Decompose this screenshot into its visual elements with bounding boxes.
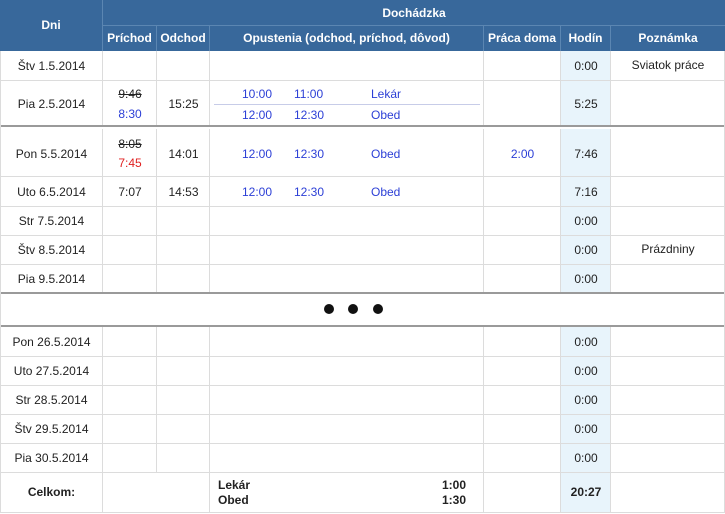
arrival-corrected[interactable]: 8:30 <box>103 107 157 121</box>
hours-value: 5:25 <box>574 97 598 111</box>
hours-value: 0:00 <box>574 335 598 349</box>
departure-time: 14:53 <box>168 185 199 199</box>
ellipsis-dot <box>348 304 358 314</box>
table-row: Uto 27.5.2014 0:00 <box>0 357 725 386</box>
departure-time: 14:01 <box>168 147 199 161</box>
hours-value: 0:00 <box>574 59 598 73</box>
day-label: Pia 9.5.2014 <box>17 272 86 286</box>
ellipsis-dot <box>373 304 383 314</box>
day-label: Pia 30.5.2014 <box>14 451 89 465</box>
hours-value: 0:00 <box>574 451 598 465</box>
day-label: Štv 1.5.2014 <box>17 59 86 73</box>
summary-row: Celkom: Lekár 1:00 Obed 1:30 20:27 <box>0 473 725 513</box>
hours-value: 0:00 <box>574 364 598 378</box>
leave-from[interactable]: 12:00 <box>242 185 272 199</box>
arrival-time: 7:07 <box>118 185 142 199</box>
arrival-original: 9:46 <box>118 87 142 101</box>
arrival-corrected[interactable]: 7:45 <box>103 156 157 170</box>
day-label: Pon 26.5.2014 <box>12 335 91 349</box>
table-row: Pia 30.5.2014 0:00 <box>0 444 725 473</box>
header-poznamka: Poznámka <box>611 26 725 51</box>
table-border-left <box>0 51 1 513</box>
table-row: Pon 5.5.2014 8:05 7:45 14:01 12:00 12:30… <box>0 129 725 177</box>
day-label: Uto 27.5.2014 <box>13 364 90 378</box>
summary-label: Celkom: <box>27 485 76 499</box>
summary-total: 1:00 <box>441 478 466 492</box>
leave-reason[interactable]: Obed <box>371 185 400 199</box>
day-label: Str 7.5.2014 <box>18 214 85 228</box>
hours-value: 0:00 <box>574 243 598 257</box>
table-row: Str 28.5.2014 0:00 <box>0 386 725 415</box>
table-row: Štv 1.5.2014 0:00 Sviatok práce <box>0 51 725 81</box>
day-label: Štv 8.5.2014 <box>17 243 86 257</box>
hours-value: 7:16 <box>574 185 598 199</box>
day-label: Pon 5.5.2014 <box>15 147 88 161</box>
leave-reason[interactable]: Lekár <box>371 87 401 101</box>
header-dni: Dni <box>0 0 103 51</box>
leave-reason[interactable]: Obed <box>371 147 400 161</box>
arrival-original: 8:05 <box>118 137 142 151</box>
attendance-table: Dni Dochádzka Príchod Odchod Opustenia (… <box>0 0 725 514</box>
day-label: Štv 29.5.2014 <box>14 422 89 436</box>
hours-value: 0:00 <box>574 393 598 407</box>
header-praca-doma: Práca doma <box>484 26 561 51</box>
day-label: Uto 6.5.2014 <box>17 185 86 199</box>
note: Sviatok práce <box>631 58 705 72</box>
hours-value: 0:00 <box>574 272 598 286</box>
summary-reason: Lekár <box>218 478 251 492</box>
summary-total: 1:30 <box>441 493 466 507</box>
table-row: Štv 8.5.2014 0:00 Prázdniny <box>0 236 725 265</box>
header-hodin: Hodín <box>561 26 611 51</box>
leave-reason[interactable]: Obed <box>371 108 400 122</box>
header-odchod: Odchod <box>157 26 210 51</box>
leave-from[interactable]: 10:00 <box>242 87 272 101</box>
table-row: Štv 29.5.2014 0:00 <box>0 415 725 444</box>
table-row: Uto 6.5.2014 7:07 14:53 12:00 12:30 Obed… <box>0 177 725 207</box>
hours-value: 0:00 <box>574 422 598 436</box>
day-label: Pia 2.5.2014 <box>17 97 86 111</box>
departure-time: 15:25 <box>168 97 199 111</box>
hours-value: 7:46 <box>574 147 598 161</box>
leave-to[interactable]: 12:30 <box>294 185 324 199</box>
hours-value: 0:00 <box>574 214 598 228</box>
table-row: Pia 9.5.2014 0:00 <box>0 265 725 294</box>
header-prichod: Príchod <box>103 26 157 51</box>
header-opustenia: Opustenia (odchod, príchod, dôvod) <box>210 26 484 51</box>
leave-from[interactable]: 12:00 <box>242 108 272 122</box>
header-dochadzka: Dochádzka <box>103 0 725 26</box>
work-from-home[interactable]: 2:00 <box>484 147 561 161</box>
leave-to[interactable]: 12:30 <box>294 108 324 122</box>
summary-hours: 20:27 <box>570 485 602 499</box>
ellipsis-dot <box>324 304 334 314</box>
leave-divider <box>214 104 480 105</box>
note: Prázdniny <box>641 242 695 256</box>
leave-from[interactable]: 12:00 <box>242 147 272 161</box>
day-label: Str 28.5.2014 <box>15 393 88 407</box>
summary-reason: Obed <box>218 493 249 507</box>
table-row: Str 7.5.2014 0:00 <box>0 207 725 236</box>
table-row: Pia 2.5.2014 9:46 8:30 15:25 10:00 11:00… <box>0 81 725 127</box>
table-row: Pon 26.5.2014 0:00 <box>0 327 725 357</box>
leave-to[interactable]: 12:30 <box>294 147 324 161</box>
leave-to[interactable]: 11:00 <box>294 87 323 101</box>
